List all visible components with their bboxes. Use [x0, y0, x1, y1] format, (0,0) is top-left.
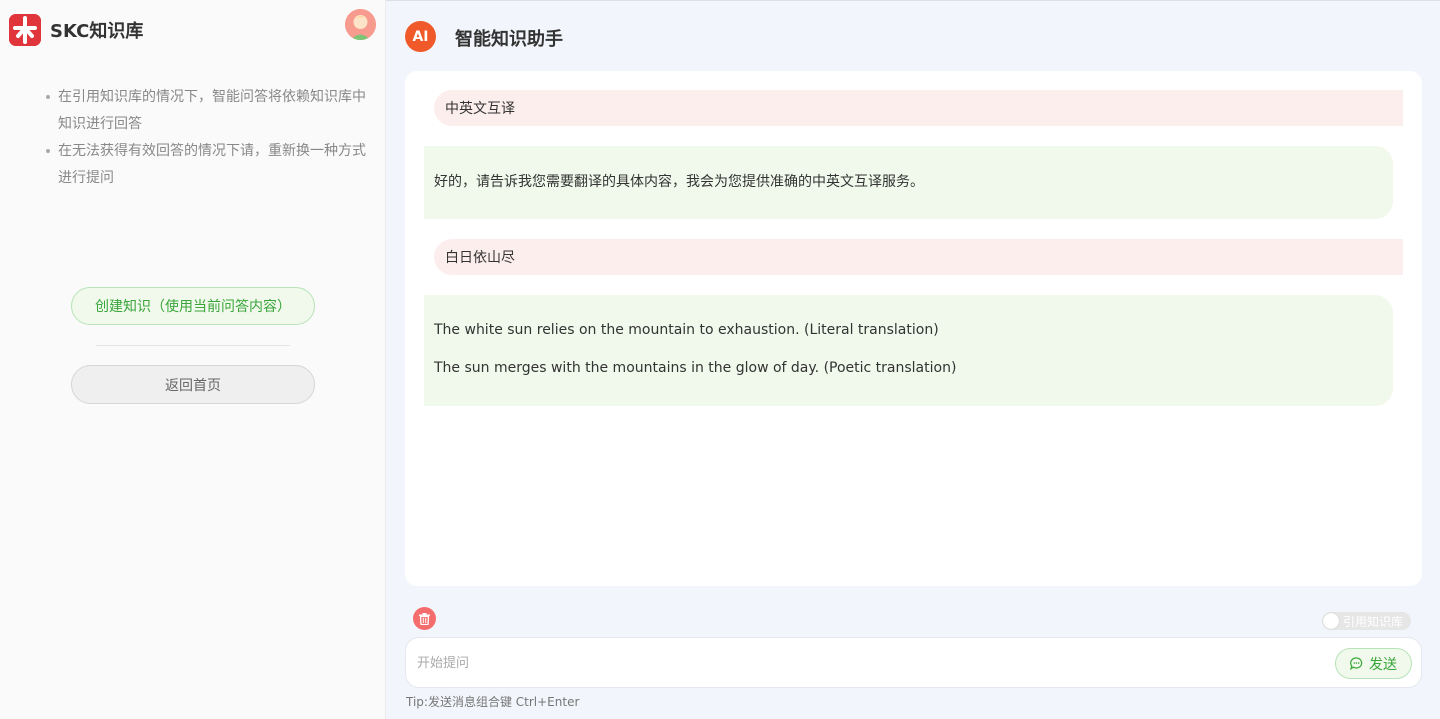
page-title: 智能知识助手 — [455, 29, 563, 50]
sidebar: SKC知识库 在引用知识库的情况下，智能问答将依赖知识库中知识进行回答 在无法获… — [0, 0, 386, 719]
assistant-message-line: The sun merges with the mountains in the… — [434, 360, 957, 376]
send-button[interactable]: 发送 — [1335, 648, 1412, 679]
toggle-knob — [1323, 613, 1339, 629]
chat-main: AI 智能知识助手 中英文互译 好的，请告诉我您需要翻译的具体内容，我会为您提供… — [386, 0, 1440, 719]
brand: SKC知识库 — [9, 14, 143, 46]
user-message: 白日依山尽 — [434, 239, 1403, 275]
clear-chat-button[interactable] — [413, 607, 436, 630]
back-home-button[interactable]: 返回首页 — [71, 365, 315, 404]
brand-name: SKC知识库 — [50, 21, 144, 42]
divider — [96, 345, 290, 346]
question-input[interactable] — [417, 652, 1317, 674]
user-message: 中英文互译 — [434, 90, 1403, 126]
chat-panel[interactable]: 中英文互译 好的，请告诉我您需要翻译的具体内容，我会为您提供准确的中英文互译服务… — [405, 71, 1422, 586]
user-avatar[interactable] — [345, 9, 376, 40]
assistant-message-line: The white sun relies on the mountain to … — [434, 322, 939, 338]
composer: 发送 — [405, 637, 1422, 688]
chat-bubble-icon — [1350, 657, 1363, 670]
tip-item: 在无法获得有效回答的情况下请，重新换一种方式进行提问 — [46, 138, 366, 192]
tip-item: 在引用知识库的情况下，智能问答将依赖知识库中知识进行回答 — [46, 84, 366, 138]
brand-logo-icon — [9, 14, 41, 46]
create-knowledge-button[interactable]: 创建知识（使用当前问答内容） — [71, 287, 315, 325]
trash-icon — [419, 612, 430, 625]
send-label: 发送 — [1369, 656, 1397, 673]
usage-tips: 在引用知识库的情况下，智能问答将依赖知识库中知识进行回答 在无法获得有效回答的情… — [46, 84, 366, 192]
reference-knowledge-toggle[interactable]: 引用知识库 — [1322, 612, 1411, 630]
assistant-message: The white sun relies on the mountain to … — [424, 295, 1393, 406]
shortcut-tip: Tip:发送消息组合键 Ctrl+Enter — [406, 695, 580, 709]
assistant-message-line: 好的，请告诉我您需要翻译的具体内容，我会为您提供准确的中英文互译服务。 — [434, 174, 924, 190]
assistant-message: 好的，请告诉我您需要翻译的具体内容，我会为您提供准确的中英文互译服务。 — [424, 146, 1393, 219]
ai-badge: AI — [405, 21, 436, 52]
toggle-label: 引用知识库 — [1343, 614, 1404, 629]
